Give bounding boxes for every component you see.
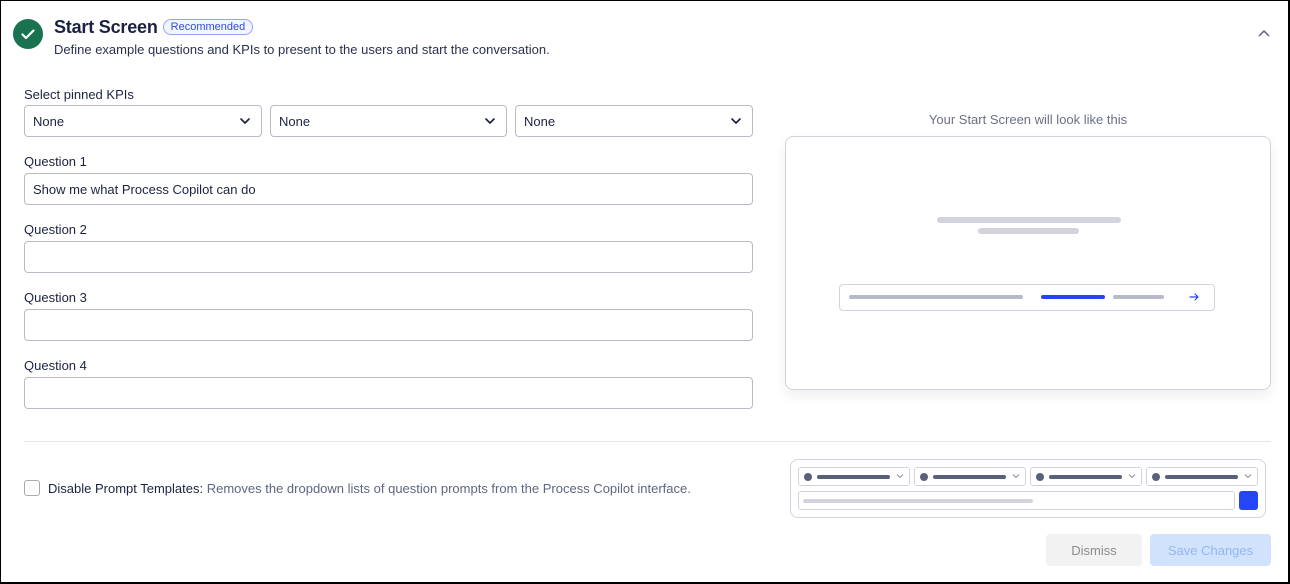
preview-prompt-placeholder	[1049, 475, 1122, 479]
question-2-input[interactable]	[24, 241, 753, 273]
chevron-down-icon	[1012, 474, 1020, 479]
section-subtitle: Define example questions and KPIs to pre…	[54, 42, 550, 57]
question-1-input[interactable]	[24, 173, 753, 205]
collapse-button[interactable]	[1257, 27, 1271, 39]
dot-icon	[1152, 473, 1160, 481]
preview-prompt-placeholder	[1165, 475, 1238, 479]
disable-prompt-templates-description: Removes the dropdown lists of question p…	[206, 481, 691, 496]
question-3-input[interactable]	[24, 309, 753, 341]
kpi-select-1[interactable]: None	[24, 105, 262, 137]
arrow-right-icon	[1189, 293, 1199, 301]
preview-input-placeholder	[849, 295, 1023, 299]
recommended-badge: Recommended	[162, 19, 254, 35]
chevron-up-icon	[1258, 30, 1270, 37]
preview-title-placeholder	[937, 217, 1121, 223]
check-circle-icon	[13, 19, 43, 49]
dot-icon	[1036, 473, 1044, 481]
kpi-select-2[interactable]: None	[270, 105, 507, 137]
preview-chat-input	[839, 284, 1215, 311]
preview-prompt-dropdown	[1030, 467, 1142, 486]
question-3-label: Question 3	[24, 290, 87, 305]
question-1-label: Question 1	[24, 154, 87, 169]
save-changes-button[interactable]: Save Changes	[1150, 534, 1271, 566]
preview-prompt-input-placeholder	[803, 499, 1033, 503]
chevron-down-icon	[240, 118, 250, 124]
preview-suffix-placeholder	[1113, 295, 1164, 299]
preview-send-icon	[1239, 491, 1258, 510]
kpi-select-2-value: None	[279, 113, 311, 129]
disable-prompt-templates-label: Disable Prompt Templates:	[48, 481, 204, 496]
preview-prompt-dropdown	[1146, 467, 1258, 486]
question-2-label: Question 2	[24, 222, 87, 237]
section-title: Start Screen	[54, 16, 158, 37]
preview-prompt-dropdown	[914, 467, 1026, 486]
chevron-down-icon	[896, 474, 904, 479]
start-screen-preview	[785, 136, 1271, 390]
kpi-select-3[interactable]: None	[515, 105, 753, 137]
dismiss-button[interactable]: Dismiss	[1046, 534, 1142, 566]
kpi-select-1-value: None	[33, 113, 65, 129]
preview-prompt-placeholder	[817, 475, 890, 479]
preview-highlight-placeholder	[1041, 295, 1105, 299]
section-header: Start Screen Recommended Define example …	[13, 17, 550, 57]
preview-prompt-dropdown	[798, 467, 910, 486]
dot-icon	[920, 473, 928, 481]
section-divider	[24, 441, 1271, 442]
disable-prompt-templates-checkbox[interactable]	[24, 480, 40, 496]
disable-prompt-templates-text: Disable Prompt Templates: Removes the dr…	[48, 481, 691, 496]
kpi-select-3-value: None	[524, 113, 556, 129]
preview-caption: Your Start Screen will look like this	[928, 112, 1128, 127]
preview-prompt-input	[798, 491, 1235, 510]
dot-icon	[804, 473, 812, 481]
preview-prompt-placeholder	[933, 475, 1006, 479]
pinned-kpis-label: Select pinned KPIs	[24, 87, 134, 102]
prompt-templates-preview	[790, 459, 1266, 518]
question-4-input[interactable]	[24, 377, 753, 409]
preview-subtitle-placeholder	[978, 228, 1079, 234]
chevron-down-icon	[485, 118, 495, 124]
question-4-label: Question 4	[24, 358, 87, 373]
chevron-down-icon	[1128, 474, 1136, 479]
chevron-down-icon	[1244, 474, 1252, 479]
chevron-down-icon	[731, 118, 741, 124]
